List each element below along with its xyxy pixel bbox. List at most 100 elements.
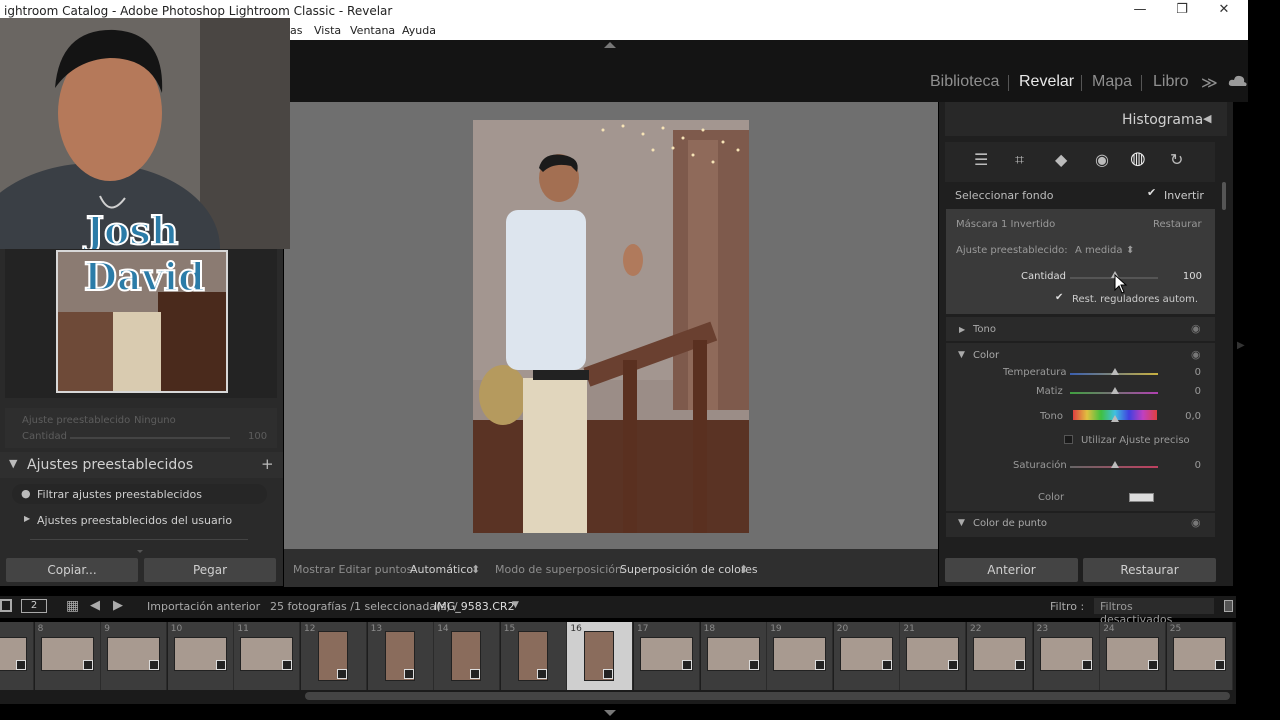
eye-icon[interactable]: ◉ <box>1191 348 1201 361</box>
masking-icon[interactable]: ◍ <box>1130 148 1146 169</box>
edited-badge-icon <box>470 669 481 679</box>
filmstrip-cell[interactable]: 23 <box>1033 622 1100 690</box>
eraser-icon[interactable]: ◆ <box>1055 150 1067 169</box>
user-presets-group[interactable]: Ajustes preestablecidos del usuario <box>37 514 232 527</box>
disclosure-right-icon[interactable]: ▶ <box>959 325 965 334</box>
module-revelar[interactable]: Revelar <box>1019 73 1074 91</box>
add-preset-icon[interactable]: + <box>261 455 274 473</box>
edited-badge-icon <box>815 660 826 670</box>
filmstrip-cell[interactable]: 15 <box>500 622 567 690</box>
show-edit-points-select[interactable]: Automático <box>410 563 473 576</box>
invert-checkbox[interactable]: ✔ <box>1147 186 1156 199</box>
filmstrip-cell[interactable]: 20 <box>833 622 900 690</box>
scrollbar-thumb[interactable] <box>305 692 1230 700</box>
current-filename[interactable]: IMG_9583.CR2 <box>434 600 515 613</box>
overlay-mode-select[interactable]: Superposición de colores <box>620 563 758 576</box>
tint-value[interactable]: 0 <box>1171 386 1201 397</box>
dropdown-caret-icon[interactable]: ▼ <box>512 600 519 610</box>
view-2-button[interactable]: 2 <box>21 599 47 613</box>
module-libro[interactable]: Libro <box>1153 73 1189 91</box>
hue-value[interactable]: 0,0 <box>1171 411 1201 422</box>
filmstrip-cell-number: 24 <box>1103 624 1115 634</box>
eye-icon[interactable]: ◉ <box>1191 322 1201 335</box>
filmstrip-scrollbar[interactable] <box>0 690 1236 704</box>
filmstrip-cell-number: 20 <box>836 624 849 634</box>
paste-button[interactable]: Pegar <box>144 558 276 582</box>
filmstrip-cell[interactable]: 16 <box>567 622 634 690</box>
eye-icon[interactable]: ◉ <box>1191 516 1201 529</box>
menu-item-ayuda[interactable]: Ayuda <box>402 24 436 37</box>
resize-handle-icon[interactable] <box>137 550 143 553</box>
filmstrip-cell[interactable]: 13 <box>367 622 434 690</box>
filmstrip-cell[interactable]: 10 <box>167 622 234 690</box>
filter-lock-icon[interactable] <box>1224 600 1233 612</box>
more-modules-icon[interactable]: ≫ <box>1201 73 1218 93</box>
previous-button[interactable]: Anterior <box>945 558 1078 582</box>
color-swatch[interactable] <box>1129 493 1154 502</box>
disclosure-right-icon[interactable]: ▶ <box>24 514 30 523</box>
filmstrip-cell[interactable]: 11 <box>234 622 301 690</box>
disclosure-down-icon[interactable]: ▼ <box>9 457 17 470</box>
saturation-value[interactable]: 0 <box>1171 460 1201 471</box>
sliders-icon[interactable]: ☰ <box>974 150 988 169</box>
main-photo[interactable] <box>473 120 749 533</box>
amount-value: 100 <box>248 431 268 442</box>
crop-icon[interactable]: ⌗ <box>1015 150 1024 170</box>
red-eye-icon[interactable]: ◉ <box>1095 150 1109 169</box>
grid-icon[interactable]: ▦ <box>66 598 79 614</box>
back-arrow-icon[interactable]: ◀ <box>90 598 100 613</box>
collapse-left-icon[interactable]: ◀ <box>1203 112 1211 125</box>
panel-scrollbar[interactable] <box>1222 182 1226 210</box>
cloud-sync-icon[interactable] <box>1228 73 1248 89</box>
disclosure-down-icon[interactable]: ▼ <box>958 350 965 360</box>
mask-restore-link[interactable]: Restaurar <box>1153 219 1202 230</box>
mask-preset-select[interactable]: A medida <box>1075 245 1123 256</box>
reset-tool-icon[interactable]: ↻ <box>1170 150 1183 169</box>
filmstrip-cell[interactable]: 19 <box>767 622 834 690</box>
filmstrip-cell[interactable]: 18 <box>700 622 767 690</box>
filmstrip-cell[interactable]: 9 <box>101 622 168 690</box>
auto-reset-checkbox[interactable]: ✔ <box>1055 292 1063 303</box>
menu-item-ventana[interactable]: Ventana <box>350 24 395 37</box>
disclosure-down-icon[interactable]: ▼ <box>958 518 965 528</box>
filmstrip-cell[interactable]: 22 <box>967 622 1033 690</box>
source-label[interactable]: Importación anterior <box>147 600 260 613</box>
hue-thumb[interactable] <box>1111 415 1119 422</box>
module-biblioteca[interactable]: Biblioteca <box>930 73 999 91</box>
filmstrip-cell[interactable]: 12 <box>301 622 367 690</box>
mask-preset-label: Ajuste preestablecido: <box>956 245 1068 256</box>
fine-adjust-checkbox[interactable] <box>1064 435 1073 444</box>
filmstrip-cell[interactable]: 21 <box>900 622 967 690</box>
filmstrip-cell[interactable]: 14 <box>434 622 501 690</box>
filmstrip-cell[interactable]: 25 <box>1166 622 1233 690</box>
expand-right-panel-icon[interactable]: ▶ <box>1237 340 1245 351</box>
forward-arrow-icon[interactable]: ▶ <box>113 598 123 613</box>
view-1-button[interactable] <box>0 599 12 612</box>
edited-badge-icon <box>1214 660 1225 670</box>
menu-item[interactable]: as <box>290 24 302 37</box>
copy-button[interactable]: Copiar... <box>6 558 138 582</box>
mask-amount-value[interactable]: 100 <box>1172 271 1202 282</box>
filmstrip-cell[interactable]: 17 <box>634 622 700 690</box>
window-title: ightroom Catalog - Adobe Photoshop Light… <box>4 4 393 18</box>
menu-item-vista[interactable]: Vista <box>314 24 341 37</box>
temperature-value[interactable]: 0 <box>1171 367 1201 378</box>
saturation-thumb[interactable] <box>1111 461 1119 468</box>
filmstrip-cell[interactable] <box>0 622 34 690</box>
module-mapa[interactable]: Mapa <box>1092 73 1132 91</box>
edited-badge-icon <box>682 660 692 670</box>
maximize-button[interactable]: ❐ <box>1162 2 1202 17</box>
filter-select[interactable]: Filtros desactivados <box>1094 598 1214 626</box>
temperature-thumb[interactable] <box>1111 368 1119 375</box>
minimize-button[interactable]: — <box>1120 2 1160 17</box>
close-button[interactable]: ✕ <box>1204 2 1244 17</box>
reset-button[interactable]: Restaurar <box>1083 558 1216 582</box>
collapse-top-arrow-icon[interactable] <box>604 42 616 48</box>
color-section-title: Color <box>973 350 1000 361</box>
filmstrip-cell[interactable]: 8 <box>34 622 101 690</box>
collapse-bottom-arrow-icon[interactable] <box>604 710 616 716</box>
filmstrip-cell-number: 9 <box>104 624 110 634</box>
tint-thumb[interactable] <box>1111 387 1119 394</box>
filmstrip-cell[interactable]: 24 <box>1100 622 1167 690</box>
amount-slider[interactable] <box>70 437 230 439</box>
